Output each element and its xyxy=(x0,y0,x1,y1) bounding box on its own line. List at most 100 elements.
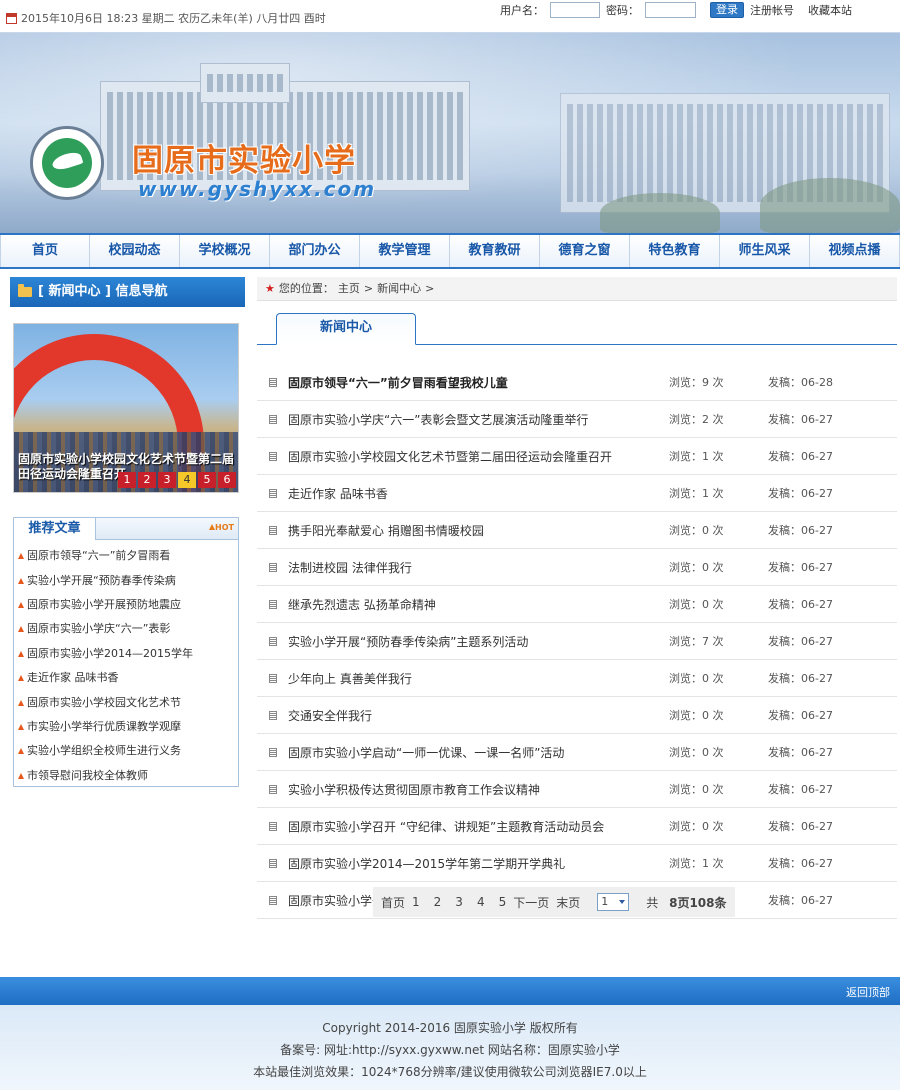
tab-news-center[interactable]: 新闻中心 xyxy=(276,313,416,345)
nav-item-campus-news[interactable]: 校园动态 xyxy=(90,235,180,267)
login-button[interactable]: 登录 xyxy=(710,2,744,18)
news-row[interactable]: 实验小学积极传达贯彻固原市教育工作会议精神 浏览：0 次 发稿：06-27 xyxy=(257,771,897,808)
slide-page-button[interactable]: 3 xyxy=(158,472,176,488)
slide-page-button[interactable]: 2 xyxy=(138,472,156,488)
list-item[interactable]: 市实验小学举行优质课教学观摩 xyxy=(18,715,238,739)
list-item-label[interactable]: 实验小学开展“预防春季传染病 xyxy=(27,569,176,593)
list-item[interactable]: 实验小学组织全校师生进行义务 xyxy=(18,739,238,763)
news-title[interactable]: 继承先烈遗志 弘扬革命精神 xyxy=(288,596,436,613)
list-item[interactable]: 固原市实验小学庆“六一”表彰 xyxy=(18,617,238,641)
page-number[interactable]: 3 xyxy=(448,895,470,909)
page-last[interactable]: 末页 xyxy=(549,894,587,911)
page-number[interactable]: 4 xyxy=(470,895,492,909)
nav-item-teaching-management[interactable]: 教学管理 xyxy=(360,235,450,267)
news-views: 浏览：0 次 xyxy=(669,598,724,611)
back-to-top-link[interactable]: 返回顶部 xyxy=(846,984,890,1000)
news-row[interactable]: 法制进校园 法律伴我行 浏览：0 次 发稿：06-27 xyxy=(257,549,897,586)
list-item-label[interactable]: 固原市实验小学2014—2015学年 xyxy=(27,642,193,666)
news-title[interactable]: 实验小学开展“预防春季传染病”主题系列活动 xyxy=(288,633,528,650)
news-row[interactable]: 少年向上 真善美伴我行 浏览：0 次 发稿：06-27 xyxy=(257,660,897,697)
list-item-label[interactable]: 市领导慰问我校全体教师 xyxy=(27,764,148,788)
nav-item-video[interactable]: 视频点播 xyxy=(810,235,900,267)
slide-page-button[interactable]: 6 xyxy=(218,472,236,488)
page-first[interactable]: 首页 xyxy=(381,894,405,911)
news-title[interactable]: 固原市实验小学庆“六一”表彰会暨文艺展演活动隆重举行 xyxy=(288,411,588,428)
nav-item-moral-education[interactable]: 德育之窗 xyxy=(540,235,630,267)
news-date: 发稿：06-27 xyxy=(768,450,833,463)
news-list: 固原市领导“六一”前夕冒雨看望我校儿童 浏览：9 次 发稿：06-28 固原市实验小学… xyxy=(257,364,897,919)
list-item[interactable]: 固原市实验小学校园文化艺术节 xyxy=(18,690,238,714)
news-row[interactable]: 继承先烈遗志 弘扬革命精神 浏览：0 次 发稿：06-27 xyxy=(257,586,897,623)
news-title[interactable]: 固原市实验小学2014—2015学年第二学期开学典礼 xyxy=(288,855,565,872)
news-views: 浏览：9 次 xyxy=(669,376,724,389)
news-title[interactable]: 走近作家 品味书香 xyxy=(288,485,388,502)
page-total: 共 8页108条 xyxy=(639,894,726,911)
document-icon xyxy=(269,563,277,572)
news-title[interactable]: 固原市实验小学召开 “守纪律、讲规矩”主题教育活动动员会 xyxy=(288,818,604,835)
news-title[interactable]: 法制进校园 法律伴我行 xyxy=(288,559,412,576)
list-item-label[interactable]: 实验小学组织全校师生进行义务 xyxy=(27,739,181,763)
breadcrumb-home[interactable]: 主页 xyxy=(338,277,360,301)
list-item-label[interactable]: 固原市实验小学庆“六一”表彰 xyxy=(27,617,170,641)
news-title[interactable]: 交通安全伴我行 xyxy=(288,707,372,724)
list-item[interactable]: 固原市实验小学开展预防地震应 xyxy=(18,593,238,617)
news-date: 发稿：06-27 xyxy=(768,561,833,574)
news-row[interactable]: 实验小学开展“预防春季传染病”主题系列活动 浏览：7 次 发稿：06-27 xyxy=(257,623,897,660)
nav-item-school-overview[interactable]: 学校概况 xyxy=(180,235,270,267)
news-title[interactable]: 少年向上 真善美伴我行 xyxy=(288,670,412,687)
breadcrumb-current[interactable]: 新闻中心 xyxy=(377,277,421,301)
news-title[interactable]: 固原市领导“六一”前夕冒雨看望我校儿童 xyxy=(288,374,508,391)
nav-item-home[interactable]: 首页 xyxy=(0,235,90,267)
arrow-up-icon xyxy=(18,772,24,779)
news-title[interactable]: 固原市实验小学校园文化艺术节暨第二届田径运动会隆重召开 xyxy=(288,448,612,465)
news-views: 浏览：7 次 xyxy=(669,635,724,648)
news-date: 发稿：06-28 xyxy=(768,376,833,389)
list-item-label[interactable]: 走近作家 品味书香 xyxy=(27,666,119,690)
list-item-label[interactable]: 市实验小学举行优质课教学观摩 xyxy=(27,715,181,739)
news-title[interactable]: 携手阳光奉献爱心 捐赠图书情暖校园 xyxy=(288,522,484,539)
slide-page-button[interactable]: 5 xyxy=(198,472,216,488)
list-item-label[interactable]: 固原市实验小学校园文化艺术节 xyxy=(27,691,181,715)
slide-page-button[interactable]: 1 xyxy=(118,472,136,488)
list-item[interactable]: 固原市领导“六一”前夕冒雨看 xyxy=(18,544,238,568)
list-item[interactable]: 实验小学开展“预防春季传染病 xyxy=(18,568,238,592)
password-input[interactable] xyxy=(645,2,696,18)
page-number[interactable]: 1 xyxy=(405,895,427,909)
news-row[interactable]: 固原市实验小学庆“六一”表彰会暨文艺展演活动隆重举行 浏览：2 次 发稿：06-27 xyxy=(257,401,897,438)
list-item-label[interactable]: 固原市实验小学开展预防地震应 xyxy=(27,593,181,617)
register-link[interactable]: 注册帐号 xyxy=(750,2,794,18)
favorite-link[interactable]: 收藏本站 xyxy=(808,2,852,18)
pagination: 首页 1 2 3 4 5 下一页 末页 1 共 8页108条 xyxy=(373,887,735,917)
slide-page-button-active[interactable]: 4 xyxy=(178,472,196,488)
news-row[interactable]: 走近作家 品味书香 浏览：1 次 发稿：06-27 xyxy=(257,475,897,512)
news-views: 浏览：0 次 xyxy=(669,783,724,796)
list-item-label[interactable]: 固原市领导“六一”前夕冒雨看 xyxy=(27,544,170,568)
news-date: 发稿：06-27 xyxy=(768,487,833,500)
nav-item-teacher-student[interactable]: 师生风采 xyxy=(720,235,810,267)
nav-item-special-education[interactable]: 特色教育 xyxy=(630,235,720,267)
news-row[interactable]: 携手阳光奉献爱心 捐赠图书情暖校园 浏览：0 次 发稿：06-27 xyxy=(257,512,897,549)
page-select[interactable]: 1 xyxy=(597,893,630,911)
news-title[interactable]: 固原市实验小学启动“一师一优课、一课一名师”活动 xyxy=(288,744,564,761)
nav-item-education-research[interactable]: 教育教研 xyxy=(450,235,540,267)
school-logo[interactable] xyxy=(30,126,104,200)
page-number[interactable]: 2 xyxy=(427,895,449,909)
news-row[interactable]: 固原市实验小学启动“一师一优课、一课一名师”活动 浏览：0 次 发稿：06-27 xyxy=(257,734,897,771)
list-item[interactable]: 固原市实验小学2014—2015学年 xyxy=(18,642,238,666)
trees xyxy=(600,193,720,233)
nav-item-department-office[interactable]: 部门办公 xyxy=(270,235,360,267)
news-row[interactable]: 交通安全伴我行 浏览：0 次 发稿：06-27 xyxy=(257,697,897,734)
news-title[interactable]: 实验小学积极传达贯彻固原市教育工作会议精神 xyxy=(288,781,540,798)
news-row[interactable]: 固原市实验小学2014—2015学年第二学期开学典礼 浏览：1 次 发稿：06-27 xyxy=(257,845,897,882)
username-input[interactable] xyxy=(550,2,600,18)
top-bar: 2015年10月6日 18:23 星期二 农历乙未年(羊) 八月廿四 酉时 用户… xyxy=(0,0,900,33)
list-item[interactable]: 市领导慰问我校全体教师 xyxy=(18,764,238,788)
page-number[interactable]: 5 xyxy=(492,895,514,909)
page-next[interactable]: 下一页 xyxy=(513,894,549,911)
news-slideshow[interactable]: 固原市实验小学校园文化艺术节暨第二届田径运动会隆重召开 1 2 3 4 5 6 xyxy=(13,323,239,493)
news-row[interactable]: 固原市领导“六一”前夕冒雨看望我校儿童 浏览：9 次 发稿：06-28 xyxy=(257,364,897,401)
list-item[interactable]: 走近作家 品味书香 xyxy=(18,666,238,690)
arrow-up-icon xyxy=(18,675,24,682)
news-row[interactable]: 固原市实验小学校园文化艺术节暨第二届田径运动会隆重召开 浏览：1 次 发稿：06-2… xyxy=(257,438,897,475)
news-row[interactable]: 固原市实验小学召开 “守纪律、讲规矩”主题教育活动动员会 浏览：0 次 发稿：06-… xyxy=(257,808,897,845)
